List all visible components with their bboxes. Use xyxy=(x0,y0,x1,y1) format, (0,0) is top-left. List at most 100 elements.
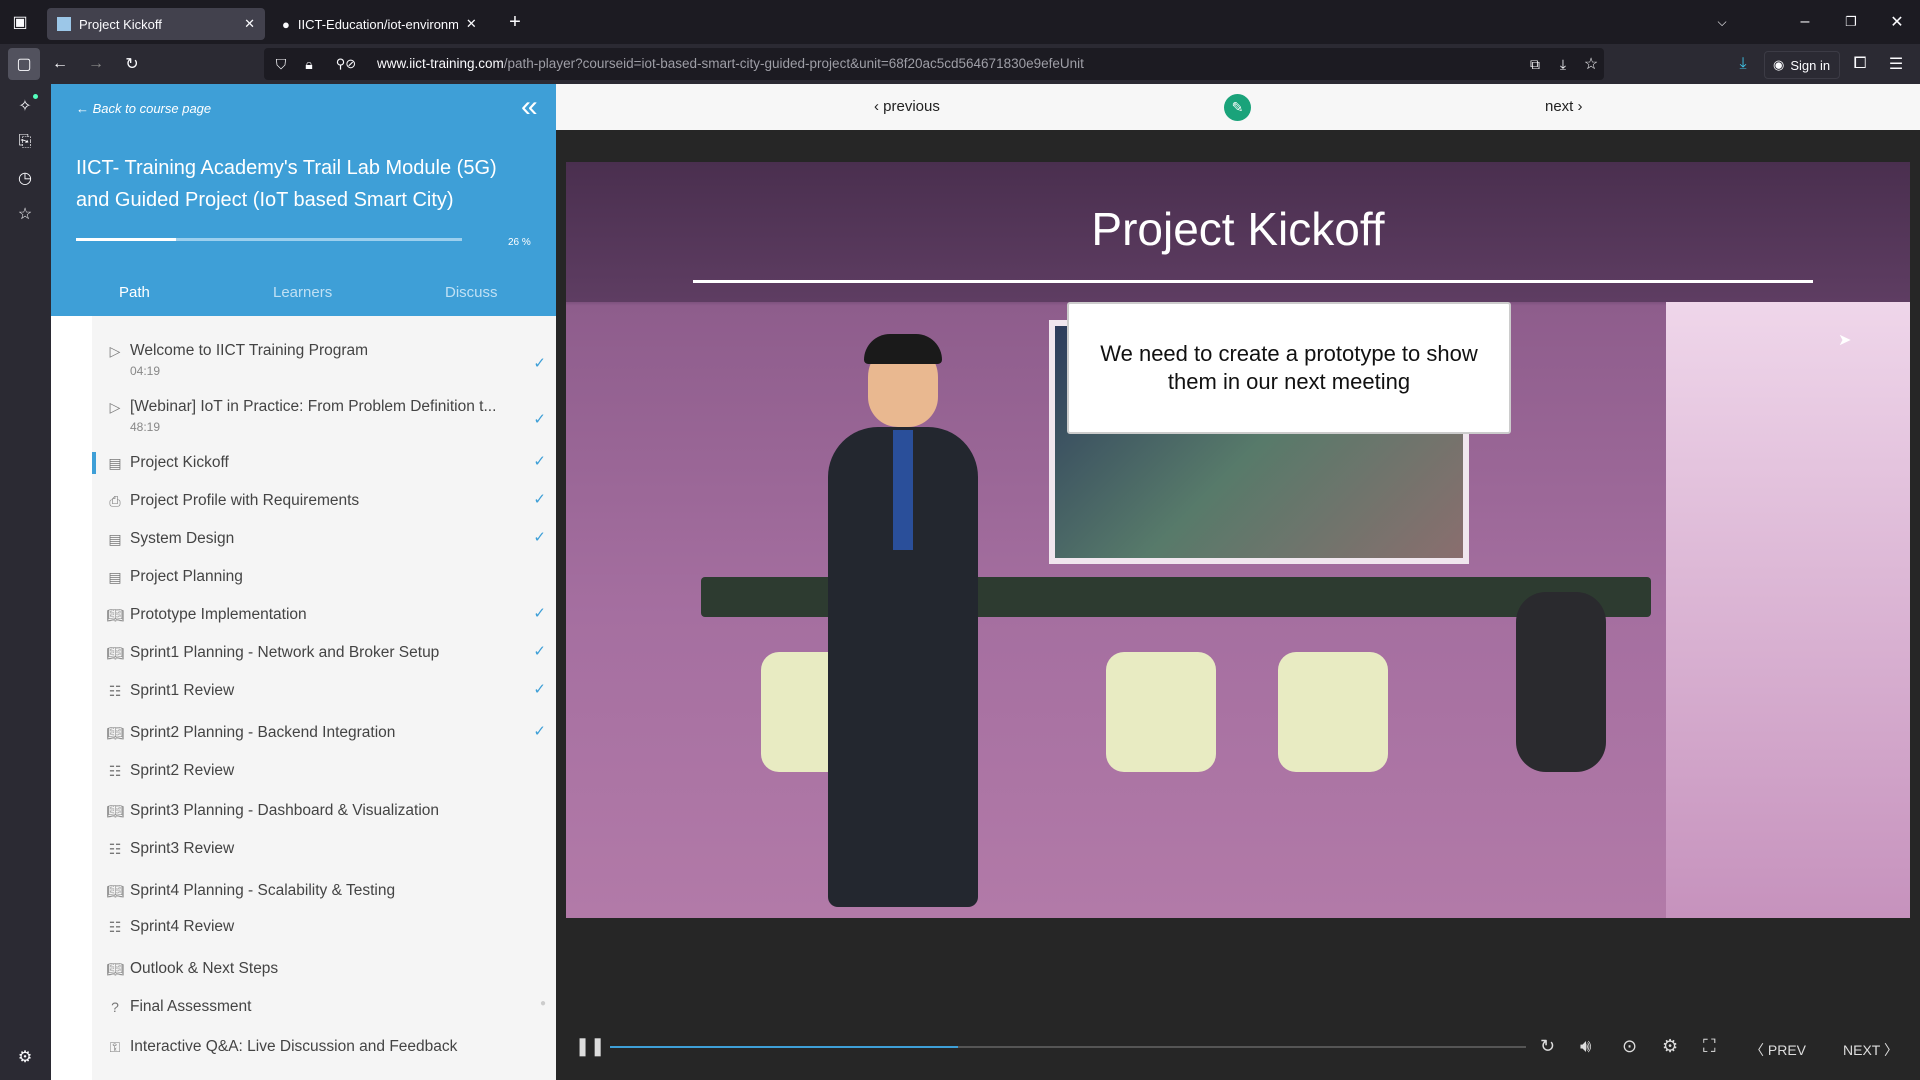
sign-in-label: Sign in xyxy=(1790,58,1830,73)
tab-discuss[interactable]: Discuss xyxy=(445,284,498,301)
lesson-duration: 04:19 xyxy=(130,364,160,378)
incomplete-dot-icon: ● xyxy=(540,998,546,1009)
checklist-icon: ☷ xyxy=(106,918,124,936)
slide-content[interactable]: Project Kickoff We need to create a prot… xyxy=(566,162,1910,918)
book-icon: 📖︎ xyxy=(106,882,124,900)
book-icon: 📖︎ xyxy=(106,606,124,624)
volume-icon[interactable]: 🔊︎ xyxy=(1580,1036,1591,1057)
seek-bar[interactable] xyxy=(610,1046,1526,1048)
next-button[interactable]: NEXT 〉 xyxy=(1843,1040,1898,1060)
completed-check-icon: ✓ xyxy=(533,452,546,470)
book-icon: 📖︎ xyxy=(106,644,124,662)
minimize-icon[interactable]: – xyxy=(1795,12,1815,32)
next-label: NEXT xyxy=(1843,1042,1880,1058)
tab-project-kickoff[interactable]: Project Kickoff ✕ xyxy=(47,8,265,40)
completed-check-icon: ✓ xyxy=(533,604,546,622)
back-icon[interactable]: ← xyxy=(50,54,70,74)
account-icon: ◉ xyxy=(1773,57,1784,73)
close-tab-icon[interactable]: ✕ xyxy=(244,16,255,32)
play-circle-icon: ▷ xyxy=(106,398,124,416)
presentation-icon: ▤ xyxy=(106,454,124,472)
url-text[interactable]: www.iict-training.com/path-player?course… xyxy=(377,56,1084,71)
extensions-icon[interactable]: ⧠ xyxy=(1850,54,1870,74)
sign-in-button[interactable]: ◉ Sign in xyxy=(1764,51,1840,79)
lesson-title: Prototype Implementation xyxy=(130,606,307,624)
edit-pencil-icon[interactable]: ✎ xyxy=(1224,94,1251,121)
book-icon: 📖︎ xyxy=(106,960,124,978)
lesson-title: Final Assessment xyxy=(130,998,251,1016)
shield-icon[interactable]: ⛉ xyxy=(272,55,290,73)
presenter-hair xyxy=(864,334,942,364)
course-progress-fill xyxy=(76,238,176,241)
playback-speed-icon[interactable]: ⊙ xyxy=(1622,1036,1637,1057)
reload-icon[interactable]: ↻ xyxy=(122,54,142,74)
back-label: Back to course page xyxy=(93,101,212,116)
synced-tabs-icon[interactable]: ⎘ xyxy=(15,132,35,152)
checklist-icon: ☷ xyxy=(106,682,124,700)
bookmarks-icon[interactable]: ☆ xyxy=(15,204,35,224)
lock-icon[interactable]: 🔒︎ xyxy=(300,55,318,73)
menu-icon[interactable]: ☰ xyxy=(1886,54,1906,74)
tab-title: Project Kickoff xyxy=(79,17,162,32)
chair xyxy=(1278,652,1388,772)
next-link[interactable]: next › xyxy=(1545,98,1583,115)
ai-chatbot-icon[interactable]: ✧ xyxy=(15,96,35,116)
book-icon: 📖︎ xyxy=(106,802,124,820)
lesson-title: Sprint3 Review xyxy=(130,840,234,858)
lesson-title: Sprint4 Review xyxy=(130,918,234,936)
completed-check-icon: ✓ xyxy=(533,528,546,546)
sidebar-settings-icon[interactable]: ⚙ xyxy=(15,1047,35,1067)
lesson-title: System Design xyxy=(130,530,234,548)
replay-icon[interactable]: ↻ xyxy=(1540,1036,1555,1057)
completed-check-icon: ✓ xyxy=(533,680,546,698)
fullscreen-icon[interactable]: ⛶ xyxy=(1703,1036,1716,1057)
next-label: next xyxy=(1545,98,1573,115)
mouse-cursor-icon: ➤ xyxy=(1838,330,1851,350)
permissions-icon[interactable]: ⚲⊘ xyxy=(328,55,364,73)
collapse-panel-icon[interactable]: « xyxy=(521,92,538,122)
lesson-list: ▷Welcome to IICT Training Program04:19✓▷… xyxy=(92,316,556,1080)
lesson-duration: 48:19 xyxy=(130,420,160,434)
tab-overview-icon[interactable]: ▣ xyxy=(10,12,30,32)
picture-in-picture-icon[interactable]: ⧉ xyxy=(1526,55,1544,73)
course-title: IICT- Training Academy's Trail Lab Modul… xyxy=(76,152,526,216)
downloads-icon[interactable]: ⤓ xyxy=(1733,54,1753,74)
lesson-title: Sprint2 Planning - Backend Integration xyxy=(130,724,395,742)
presenter-tie xyxy=(893,430,913,550)
tab-learners[interactable]: Learners xyxy=(273,284,332,301)
tab-github[interactable]: ● IICT-Education/iot-environment ✕ xyxy=(272,8,488,40)
lesson-title: [Webinar] IoT in Practice: From Problem … xyxy=(130,398,496,416)
lesson-nav-bar: ‹ previous ✎ next › xyxy=(556,84,1920,130)
sidebar-toggle-icon[interactable]: ▢ xyxy=(8,48,40,80)
lesson-title: Outlook & Next Steps xyxy=(130,960,278,978)
prev-button[interactable]: 〈 PREV xyxy=(1750,1040,1806,1060)
browser-sidebar: ✧ ⎘ ◷ ☆ ⚙ xyxy=(0,84,51,1080)
checklist-icon: ☷ xyxy=(106,840,124,858)
close-tab-icon[interactable]: ✕ xyxy=(466,16,477,32)
lesson-title: Interactive Q&A: Live Discussion and Fee… xyxy=(130,1038,457,1056)
history-icon[interactable]: ◷ xyxy=(15,168,35,188)
github-icon: ● xyxy=(282,17,290,32)
tab-path[interactable]: Path xyxy=(119,284,150,301)
list-tabs-icon[interactable]: ⌵ xyxy=(1712,12,1732,32)
restore-icon[interactable]: ❐ xyxy=(1841,12,1861,32)
notification-dot xyxy=(33,94,38,99)
close-window-icon[interactable]: ✕ xyxy=(1887,12,1907,32)
lesson-title: Sprint2 Review xyxy=(130,762,234,780)
forward-icon[interactable]: → xyxy=(86,54,106,74)
previous-link[interactable]: ‹ previous xyxy=(874,98,940,115)
pause-icon[interactable]: ❚❚ xyxy=(575,1036,605,1057)
back-to-course-link[interactable]: ← Back to course page xyxy=(76,101,211,116)
browser-tab-bar: ▣ Project Kickoff ✕ ● IICT-Education/iot… xyxy=(0,0,1920,44)
slide-title: Project Kickoff xyxy=(566,202,1910,256)
lesson-title: Project Planning xyxy=(130,568,243,586)
settings-icon[interactable]: ⚙ xyxy=(1662,1036,1678,1057)
new-tab-icon[interactable]: + xyxy=(505,12,525,32)
bookmark-star-icon[interactable]: ☆ xyxy=(1582,55,1600,73)
completed-check-icon: ✓ xyxy=(533,642,546,660)
completed-check-icon: ✓ xyxy=(533,722,546,740)
quiz-icon: ? xyxy=(106,998,124,1016)
url-path: /path-player?courseid=iot-based-smart-ci… xyxy=(504,56,1084,71)
chair xyxy=(1106,652,1216,772)
save-page-icon[interactable]: ⤓ xyxy=(1554,55,1572,73)
